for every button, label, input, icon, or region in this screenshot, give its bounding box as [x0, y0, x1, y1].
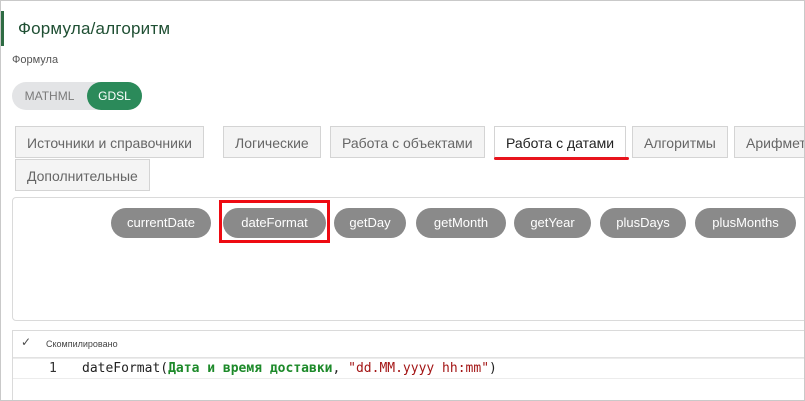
page-title: Формула/алгоритм: [18, 19, 171, 38]
code-function: dateFormat: [82, 361, 161, 376]
mode-option-gdsl[interactable]: GDSL: [87, 82, 142, 110]
line-number: 1: [49, 361, 57, 376]
tab-arithmetic[interactable]: Арифметические: [734, 126, 804, 158]
code-text[interactable]: dateFormat(Дата и время доставки, "dd.MM…: [82, 359, 497, 378]
compile-status-text: Скомпилировано: [46, 339, 118, 349]
function-chip-plusmonths[interactable]: plusMonths: [695, 208, 796, 238]
compile-status-bar: ✓ Скомпилировано: [13, 331, 804, 358]
code-close-paren: ): [489, 361, 497, 376]
tab-additional[interactable]: Дополнительные: [15, 159, 150, 191]
code-editor[interactable]: ✓ Скомпилировано 1 dateFormat(Дата и вре…: [12, 330, 804, 400]
check-icon: ✓: [21, 335, 32, 349]
function-chip-getyear[interactable]: getYear: [514, 208, 591, 238]
formula-editor-window: Формула/алгоритм Формула MATHML GDSL Ист…: [0, 0, 805, 401]
dateformat-highlight: [219, 200, 330, 243]
function-chip-plusdays[interactable]: plusDays: [600, 208, 686, 238]
tab-sources[interactable]: Источники и справочники: [15, 126, 204, 158]
tab-logical[interactable]: Логические: [223, 126, 321, 158]
tab-objects[interactable]: Работа с объектами: [330, 126, 485, 158]
code-open-paren: (: [160, 361, 169, 376]
mode-toggle[interactable]: MATHML GDSL: [12, 82, 142, 110]
tab-dates[interactable]: Работа с датами: [494, 126, 627, 158]
code-line[interactable]: 1 dateFormat(Дата и время доставки, "dd.…: [13, 358, 804, 379]
tab-algorithms[interactable]: Алгоритмы: [632, 126, 728, 158]
active-tab-underline: [494, 157, 629, 160]
mode-option-mathml[interactable]: MATHML: [12, 82, 87, 110]
function-chip-currentdate[interactable]: currentDate: [111, 208, 211, 238]
function-chip-getday[interactable]: getDay: [334, 208, 406, 238]
title-accent-bar: [1, 11, 4, 46]
code-parameter: Дата и время доставки: [168, 361, 333, 376]
function-chip-getmonth[interactable]: getMonth: [416, 208, 506, 238]
formula-label: Формула: [12, 54, 59, 66]
code-string: "dd.MM.yyyy hh:mm": [348, 361, 490, 376]
code-separator: ,: [332, 361, 349, 376]
